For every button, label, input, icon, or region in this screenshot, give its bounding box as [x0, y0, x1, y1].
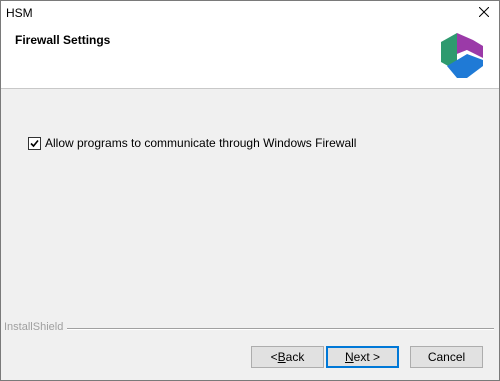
back-button-rest: ack — [285, 350, 305, 364]
cancel-button[interactable]: Cancel — [410, 346, 483, 368]
firewall-checkbox[interactable] — [28, 136, 41, 150]
app-logo-icon — [441, 33, 483, 78]
close-button[interactable] — [469, 1, 499, 23]
wizard-header: Firewall Settings — [1, 23, 499, 89]
back-button[interactable]: < Back — [251, 346, 324, 368]
cancel-button-label: Cancel — [427, 350, 466, 364]
next-button-rest: ext > — [353, 350, 381, 364]
firewall-checkbox-label[interactable]: Allow programs to communicate through Wi… — [44, 136, 357, 150]
window-title: HSM — [6, 6, 33, 20]
page-title: Firewall Settings — [15, 33, 111, 47]
next-button[interactable]: Next > — [326, 346, 399, 368]
installshield-divider: InstallShield — [1, 321, 499, 335]
divider-line — [67, 328, 494, 330]
checkmark-icon — [30, 139, 39, 147]
next-button-mnemonic: N — [344, 350, 354, 364]
back-button-prefix: < — [270, 350, 278, 364]
back-button-mnemonic: B — [277, 350, 286, 364]
title-bar: HSM — [1, 1, 499, 23]
installer-window: HSM Firewall Settings Allow programs to … — [0, 0, 500, 381]
close-icon — [479, 7, 489, 17]
installshield-label: InstallShield — [4, 321, 64, 333]
firewall-option[interactable]: Allow programs to communicate through Wi… — [28, 136, 357, 150]
wizard-content: Allow programs to communicate through Wi… — [1, 90, 499, 320]
